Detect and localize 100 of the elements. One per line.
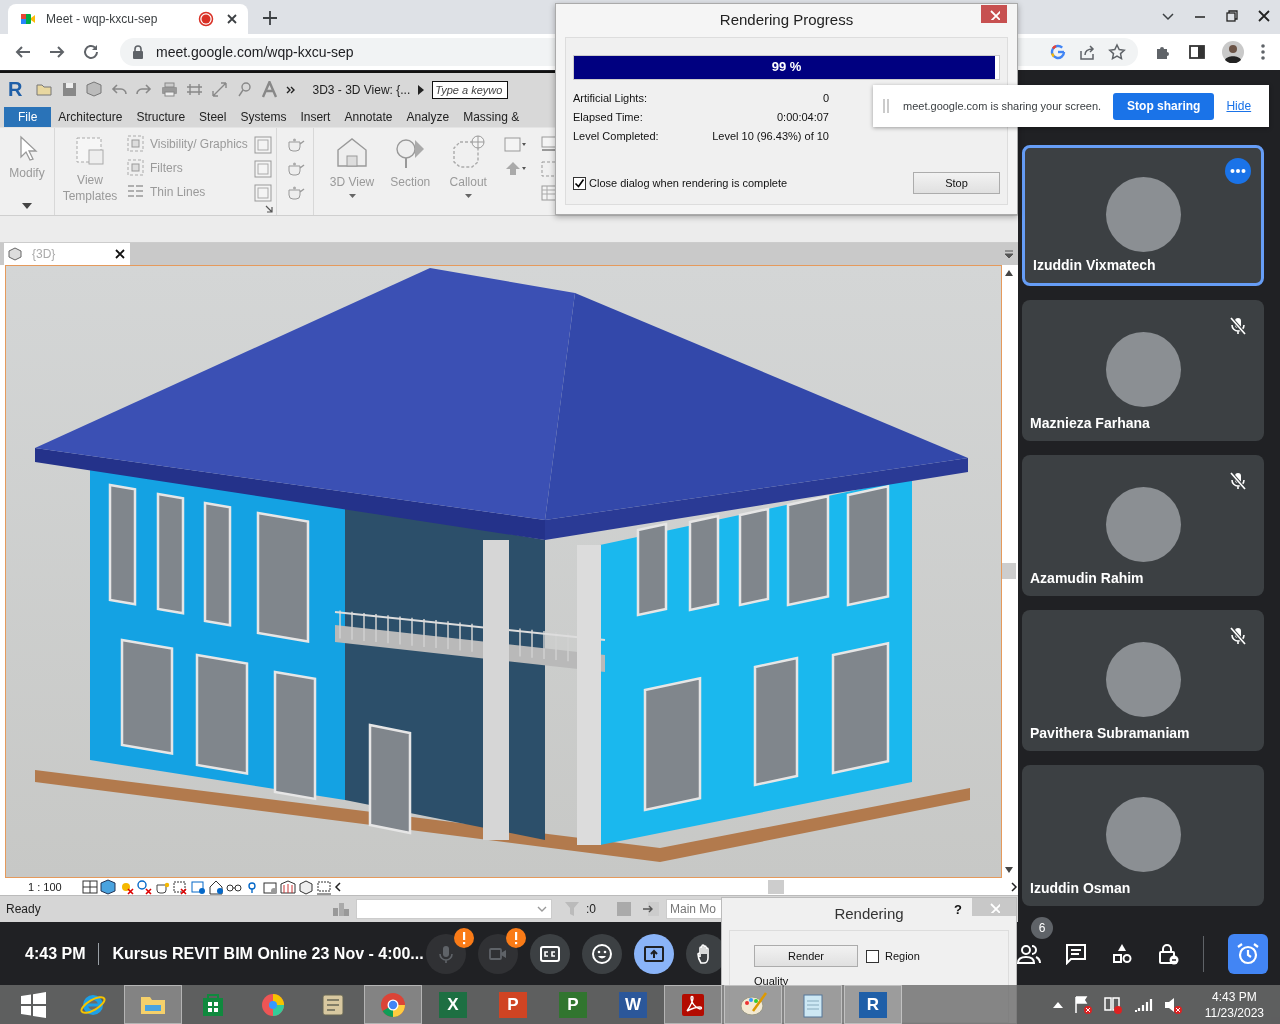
browser-tab[interactable]: Meet - wqp-kxcu-sep — [8, 4, 248, 34]
selection-count: :0 — [586, 902, 596, 917]
taskbar-app-button[interactable] — [364, 985, 422, 1024]
ribbon-tab[interactable]: Structure — [129, 106, 193, 128]
chevron-left-icon[interactable] — [333, 881, 342, 892]
double-chevron-icon[interactable] — [286, 84, 297, 95]
stop-button[interactable]: Stop — [913, 172, 1000, 194]
caret-down-icon — [464, 194, 472, 199]
scrollbar-thumb[interactable] — [1002, 563, 1016, 580]
render-button[interactable]: Render — [754, 945, 858, 967]
caret-down-icon[interactable] — [1004, 248, 1014, 259]
share-icon[interactable] — [1078, 43, 1096, 61]
view-title: 3D3 - 3D View: {... — [312, 82, 411, 97]
help-button[interactable]: ? — [954, 902, 962, 917]
close-icon — [988, 8, 1000, 20]
house-icon[interactable] — [207, 878, 224, 895]
field-label: Quality — [754, 975, 790, 987]
ribbon-tab[interactable]: Systems — [233, 106, 294, 128]
activities-button[interactable] — [1111, 942, 1133, 965]
status-text: Ready — [6, 902, 42, 917]
shadow-icon[interactable] — [135, 878, 152, 895]
windows-logo-icon — [19, 990, 47, 1019]
timer-button[interactable] — [1228, 933, 1268, 974]
scrollbar-thumb[interactable] — [767, 879, 784, 894]
ribbon-tab[interactable]: Architecture — [51, 106, 130, 128]
captions-button[interactable] — [529, 933, 570, 974]
app-tile-button[interactable]: R — [844, 985, 902, 1024]
more-options-icon[interactable] — [1225, 158, 1251, 184]
checkbox-label: Close dialog when rendering is complete — [589, 177, 788, 189]
view-scale[interactable]: 1 : 100 — [28, 880, 62, 893]
chat-button[interactable] — [1065, 942, 1087, 965]
multicolor-ring-icon[interactable] — [1050, 44, 1066, 60]
app-logo[interactable]: R — [8, 78, 23, 102]
participant-name: Azamudin Rahim — [1030, 570, 1144, 586]
video-camera-icon — [20, 11, 36, 27]
callout-icon — [450, 134, 487, 171]
warning-badge-icon — [505, 927, 526, 948]
field-value: 0:00:04:07 — [776, 111, 829, 123]
sidebar-icon[interactable] — [1188, 43, 1206, 61]
clock-time[interactable]: 4:43 PM — [1212, 988, 1257, 1005]
kebab-menu-icon[interactable] — [1260, 43, 1266, 61]
restore-icon[interactable] — [1224, 8, 1240, 24]
ribbon-tab[interactable]: Massing & — [456, 106, 527, 128]
close-button[interactable] — [981, 5, 1007, 23]
field-label: Artificial Lights: — [573, 92, 648, 104]
ribbon-tab[interactable]: Steel — [192, 106, 234, 128]
dashed-frame-icon — [127, 159, 144, 177]
taskbar-app-button[interactable] — [784, 985, 842, 1024]
chevron-down-icon — [537, 905, 547, 914]
stop-sharing-button[interactable]: Stop sharing — [1113, 92, 1215, 120]
ribbon-tab[interactable]: File — [4, 106, 52, 128]
browser-icon — [379, 990, 407, 1019]
app-tile-button[interactable]: X — [424, 985, 482, 1024]
flag-icon[interactable] — [1072, 994, 1093, 1015]
present-screen-button[interactable] — [633, 933, 674, 974]
clock-date[interactable]: 11/23/2023 — [1204, 1004, 1264, 1021]
participant-name: Pavithera Subramaniam — [1030, 725, 1190, 741]
crop-icon[interactable] — [171, 878, 188, 895]
app-tile-button[interactable]: W — [604, 985, 662, 1024]
exit-icon[interactable] — [642, 901, 660, 918]
triangle-right-icon[interactable] — [418, 84, 425, 95]
crop-icon[interactable] — [189, 878, 206, 895]
app-tile-button[interactable]: P — [484, 985, 542, 1024]
dashed-frame-icon — [127, 135, 144, 153]
palette-icon — [739, 990, 767, 1019]
field-label: Elapsed Time: — [573, 111, 644, 123]
star-icon[interactable] — [1108, 43, 1126, 61]
launcher-arrow-icon[interactable] — [264, 205, 273, 213]
participant-name: Maznieza Farhana — [1030, 415, 1150, 431]
dialog-title: Rendering — [834, 904, 904, 922]
chevron-right-icon[interactable] — [1010, 881, 1018, 892]
caret-up-icon[interactable] — [1052, 1001, 1063, 1008]
building-icon[interactable] — [279, 878, 296, 895]
camera-button[interactable] — [477, 933, 518, 974]
dialog-title: Rendering Progress — [719, 10, 854, 28]
save-icon[interactable] — [61, 81, 79, 99]
avatar-icon[interactable] — [1222, 41, 1244, 63]
drag-handle-icon[interactable] — [883, 99, 889, 113]
hide-link[interactable]: Hide — [1226, 99, 1252, 113]
ribbon-tab[interactable]: Annotate — [337, 106, 400, 128]
search-field[interactable]: Type a keywo — [432, 80, 509, 99]
checkbox[interactable] — [866, 949, 879, 963]
taskbar-app-button[interactable] — [664, 985, 722, 1024]
checkbox[interactable] — [573, 176, 586, 190]
plus-icon[interactable] — [262, 10, 278, 26]
lock-icon — [1157, 942, 1179, 965]
close-icon[interactable] — [1256, 8, 1272, 24]
grid-icon[interactable] — [81, 878, 98, 895]
ribbon-tab[interactable]: Analyze — [399, 106, 457, 128]
printer-icon[interactable] — [161, 81, 179, 99]
ribbon-tab[interactable]: Insert — [293, 106, 338, 128]
microphone-button[interactable] — [425, 933, 466, 974]
reload-icon[interactable] — [82, 43, 100, 61]
field-value: 0 — [821, 92, 829, 104]
host-controls-button[interactable] — [1157, 942, 1179, 965]
caret-down-icon — [348, 194, 356, 199]
arrow-up-icon — [1005, 269, 1013, 276]
app-tile-button[interactable]: P — [544, 985, 602, 1024]
caret-down-icon[interactable] — [22, 203, 32, 209]
close-icon — [114, 247, 126, 260]
